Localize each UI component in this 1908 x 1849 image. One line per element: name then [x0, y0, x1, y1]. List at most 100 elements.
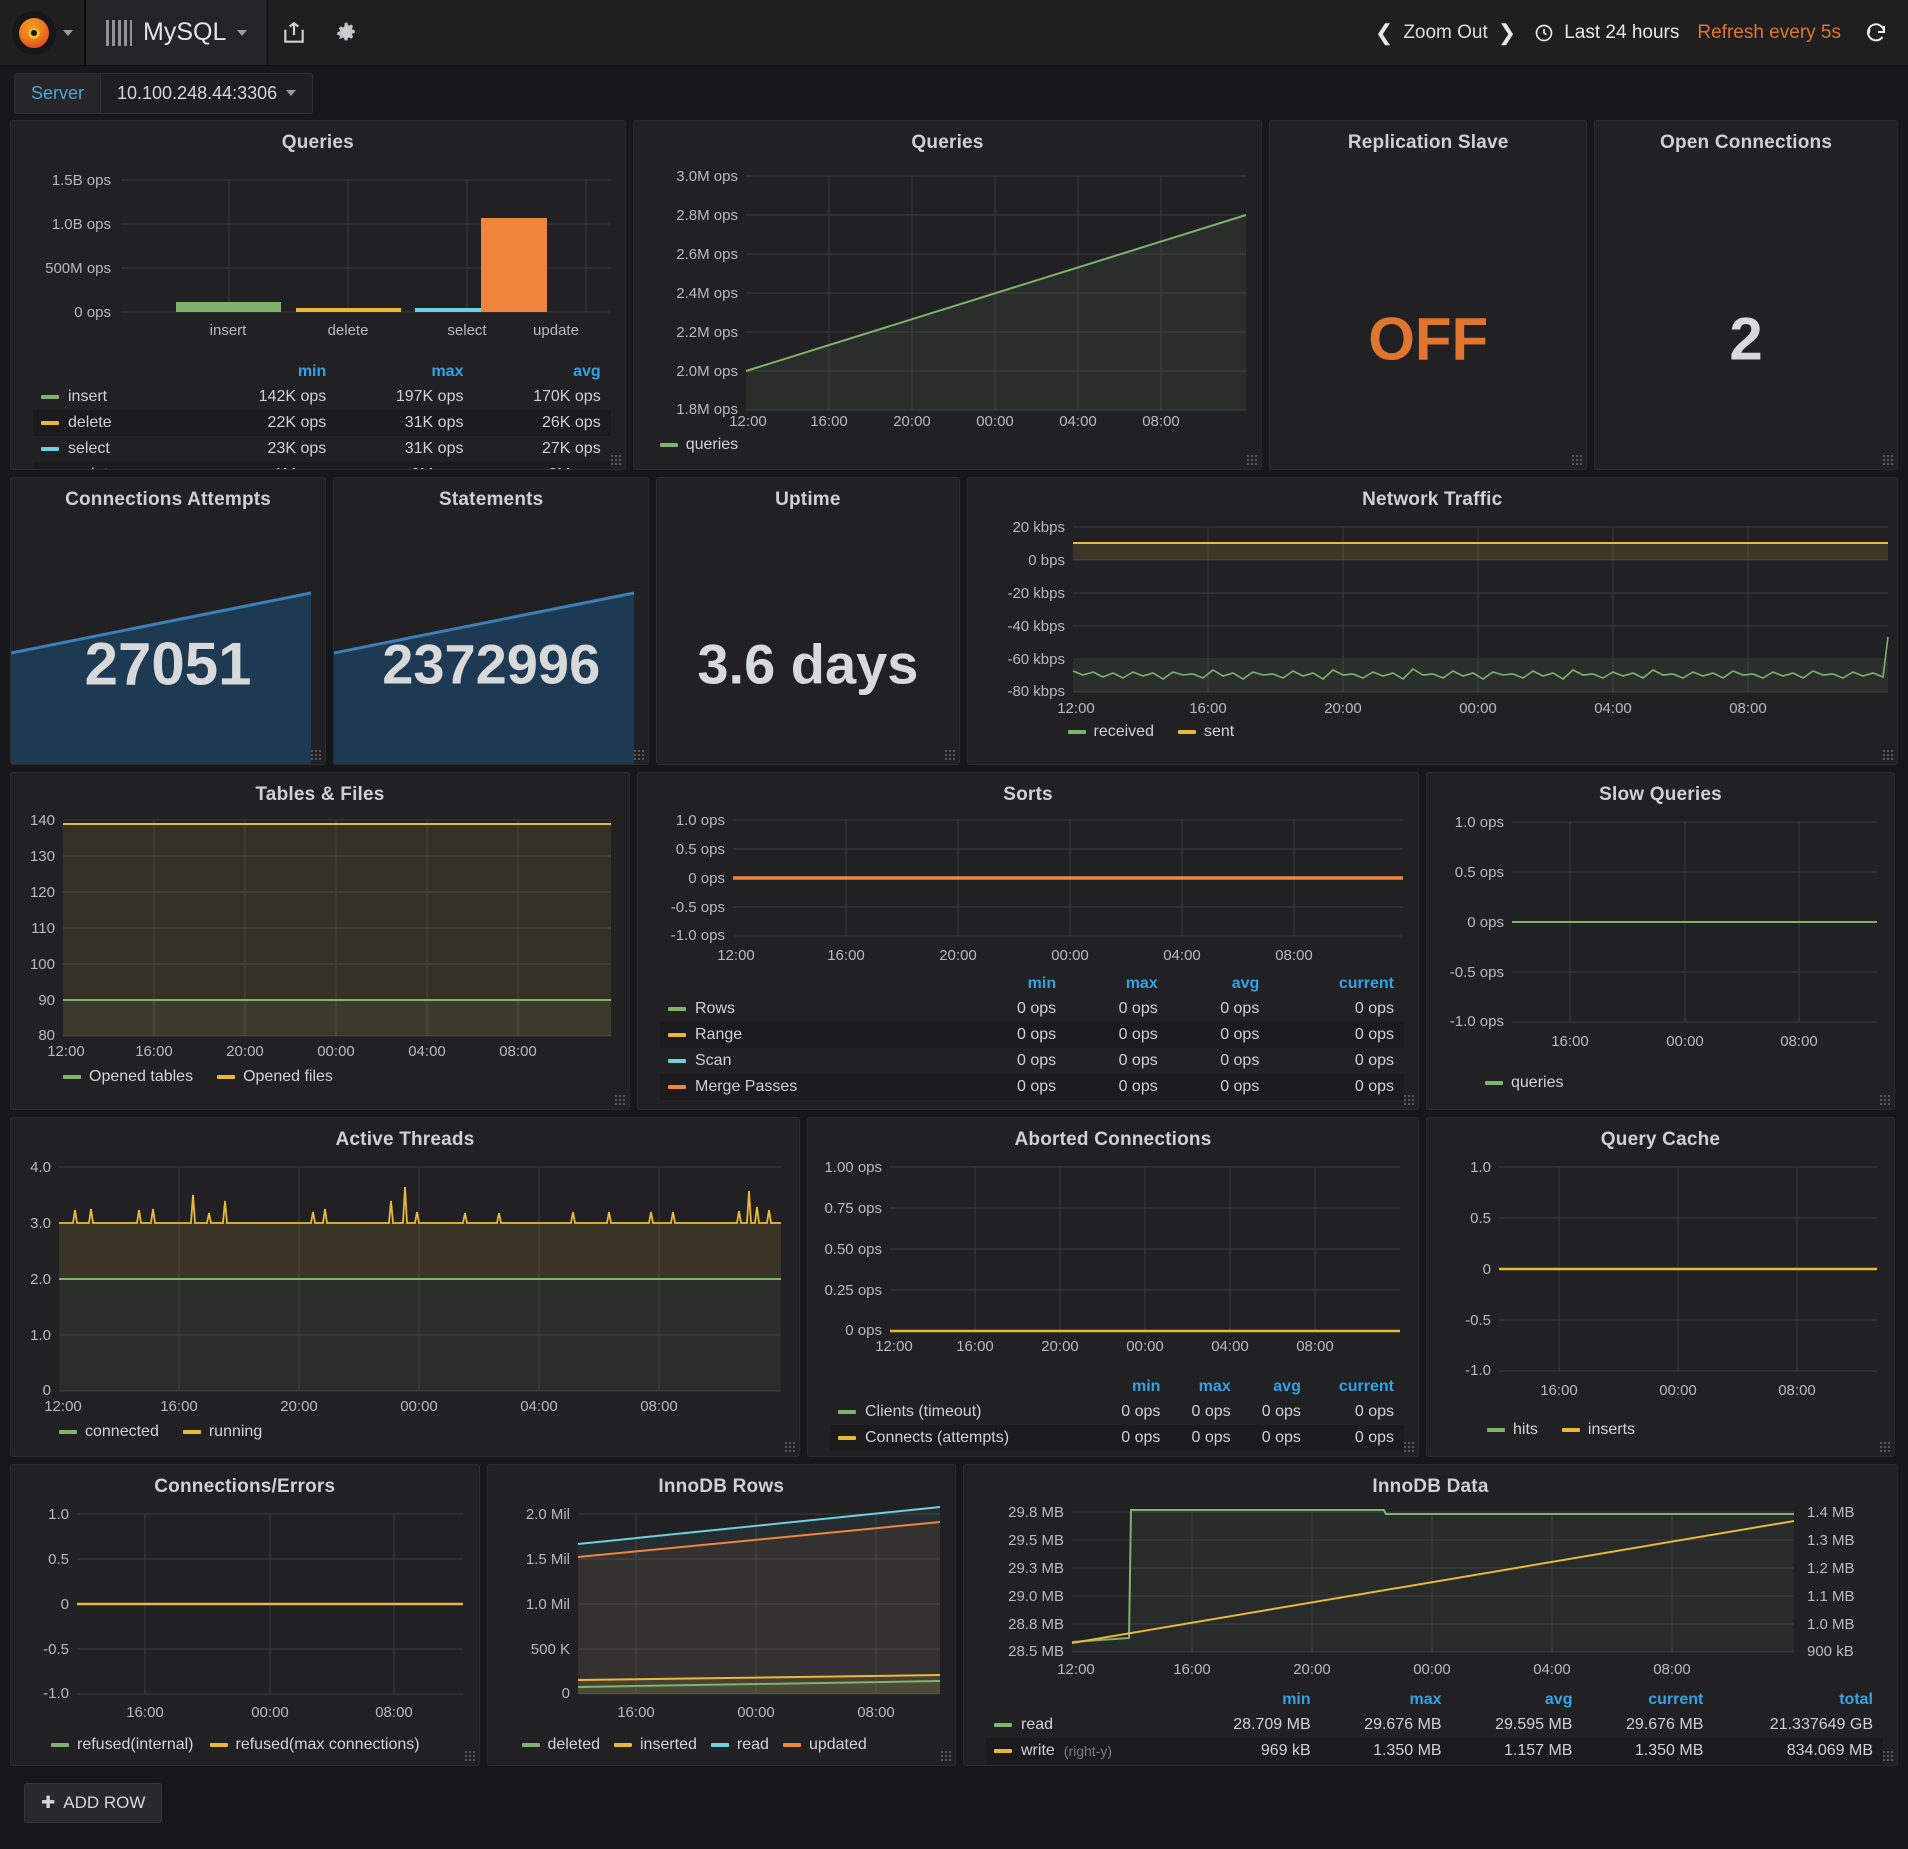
legend-item[interactable]: Opened tables	[63, 1068, 193, 1086]
add-row-button[interactable]: ✚ ADD ROW	[24, 1783, 162, 1823]
panel-resize-handle[interactable]	[1879, 1094, 1891, 1106]
x-tick: select	[447, 322, 487, 339]
panel-resize-handle[interactable]	[944, 749, 956, 761]
legend-item[interactable]: deleted	[522, 1736, 601, 1754]
share-icon[interactable]	[268, 0, 320, 65]
panel-resize-handle[interactable]	[310, 749, 322, 761]
legend-item[interactable]: refused(internal)	[51, 1736, 194, 1754]
gear-icon[interactable]	[320, 0, 372, 65]
legend-item[interactable]: queries	[660, 436, 738, 454]
legend-item[interactable]: queries	[1485, 1074, 1563, 1092]
panel-resize-handle[interactable]	[614, 1094, 626, 1106]
panel-resize-handle[interactable]	[1403, 1441, 1415, 1453]
panel-innodb-rows[interactable]: InnoDB Rows	[487, 1464, 957, 1766]
legend-cell: 27K ops	[473, 436, 610, 462]
variable-select-server[interactable]: 10.100.248.44:3306	[100, 73, 313, 114]
panel-tables-files[interactable]: Tables & Files	[10, 772, 630, 1110]
panel-slow-queries[interactable]: Slow Queries 1.0 ops 0.5 ops 0 ops -0.5 …	[1426, 772, 1895, 1110]
panel-resize-handle[interactable]	[940, 1750, 952, 1762]
y-tick: -80 kbps	[1007, 683, 1065, 700]
panel-replication-slave[interactable]: Replication Slave OFF	[1269, 120, 1587, 470]
panel-resize-handle[interactable]	[633, 749, 645, 761]
panel-active-threads[interactable]: Active Threads 4.0	[10, 1117, 800, 1457]
legend-row[interactable]: Scan 0 ops 0 ops 0 ops 0 ops	[660, 1048, 1404, 1074]
panel-resize-handle[interactable]	[464, 1750, 476, 1762]
legend-col-min[interactable]: min	[1100, 1375, 1170, 1399]
legend-item[interactable]: updated	[783, 1736, 867, 1754]
refresh-icon[interactable]	[1850, 21, 1888, 45]
legend-row[interactable]: Rows 0 ops 0 ops 0 ops 0 ops	[660, 996, 1404, 1022]
legend-item[interactable]: inserted	[614, 1736, 697, 1754]
legend-item[interactable]: connected	[59, 1423, 159, 1441]
legend-item[interactable]: read	[711, 1736, 769, 1754]
legend-col-avg[interactable]: avg	[473, 360, 610, 384]
legend-col-max[interactable]: max	[1321, 1688, 1452, 1712]
legend-col-max[interactable]: max	[336, 360, 473, 384]
legend-col-avg[interactable]: avg	[1452, 1688, 1583, 1712]
legend-col-min[interactable]: min	[199, 360, 336, 384]
y-tick: 29.0 MB	[1008, 1588, 1064, 1605]
legend-col-current[interactable]: current	[1582, 1688, 1713, 1712]
chevron-down-icon[interactable]	[286, 90, 296, 96]
chevron-left-icon[interactable]: ❮	[1375, 20, 1393, 46]
panel-resize-handle[interactable]	[1403, 1094, 1415, 1106]
legend-row[interactable]: delete 22K ops 31K ops 26K ops	[33, 410, 611, 436]
legend-item[interactable]: running	[183, 1423, 262, 1441]
panel-uptime[interactable]: Uptime 3.6 days	[656, 477, 959, 765]
zoom-controls[interactable]: ❮ Zoom Out ❯	[1366, 20, 1525, 46]
panel-resize-handle[interactable]	[784, 1441, 796, 1453]
legend-col-avg[interactable]: avg	[1241, 1375, 1311, 1399]
panel-open-connections[interactable]: Open Connections 2	[1594, 120, 1898, 470]
panel-connections-errors[interactable]: Connections/Errors 1.0 0.5 0 -0.5 -1.0	[10, 1464, 480, 1766]
grafana-home-button[interactable]	[0, 0, 85, 65]
legend-col-total[interactable]: total	[1713, 1688, 1883, 1712]
legend-col-min[interactable]: min	[1190, 1688, 1321, 1712]
chevron-down-icon[interactable]	[63, 30, 73, 36]
panel-queries-bar[interactable]: Queries 1.5B ops 1.0B ops 500M ops 0 ops	[10, 120, 626, 470]
legend-row[interactable]: Clients (timeout) 0 ops 0 ops 0 ops 0 op…	[830, 1399, 1404, 1425]
panel-resize-handle[interactable]	[1879, 1441, 1891, 1453]
panel-connections-attempts[interactable]: Connections Attempts 27051	[10, 477, 326, 765]
zoom-out-label[interactable]: Zoom Out	[1403, 22, 1487, 44]
legend-col-current[interactable]: current	[1269, 972, 1404, 996]
legend-item[interactable]: sent	[1178, 723, 1234, 741]
panel-resize-handle[interactable]	[610, 454, 622, 466]
legend-row[interactable]: Connects (attempts) 0 ops 0 ops 0 ops 0 …	[830, 1425, 1404, 1451]
legend-row[interactable]: read 28.709 MB 29.676 MB 29.595 MB 29.67…	[986, 1712, 1883, 1738]
legend-col-min[interactable]: min	[965, 972, 1067, 996]
legend-item[interactable]: inserts	[1562, 1421, 1635, 1439]
refresh-interval[interactable]: Refresh every 5s	[1688, 22, 1850, 44]
legend-row[interactable]: select 23K ops 31K ops 27K ops	[33, 436, 611, 462]
legend-row[interactable]: write(right-y) 969 kB 1.350 MB 1.157 MB …	[986, 1738, 1883, 1764]
panel-resize-handle[interactable]	[1882, 454, 1894, 466]
panel-network-traffic[interactable]: Network Traffic 20 kbps 0 bps	[967, 477, 1899, 765]
legend-item[interactable]: Opened files	[217, 1068, 333, 1086]
panel-innodb-data[interactable]: InnoDB Data 29.8 MB	[963, 1464, 1898, 1766]
legend-item[interactable]: refused(max connections)	[210, 1736, 420, 1754]
legend-col-current[interactable]: current	[1311, 1375, 1404, 1399]
legend-row[interactable]: update 1M ops 2M ops 2M ops	[33, 462, 611, 470]
panel-resize-handle[interactable]	[1882, 1750, 1894, 1762]
legend-row[interactable]: Merge Passes 0 ops 0 ops 0 ops 0 ops	[660, 1074, 1404, 1100]
legend-cell: 2M ops	[336, 462, 473, 470]
panel-queries-line[interactable]: Queries 3.0M ops 2.8M ops	[633, 120, 1263, 470]
dashboard-picker[interactable]: MySQL	[85, 0, 268, 65]
legend-row[interactable]: Range 0 ops 0 ops 0 ops 0 ops	[660, 1022, 1404, 1048]
panel-sorts[interactable]: Sorts 1.0 ops 0.5 ops 0 ops	[637, 772, 1419, 1110]
time-range-picker[interactable]: Last 24 hours	[1525, 22, 1688, 44]
x-tick: 16:00	[956, 1338, 994, 1355]
legend-col-avg[interactable]: avg	[1168, 972, 1270, 996]
legend-col-max[interactable]: max	[1066, 972, 1168, 996]
panel-aborted-connections[interactable]: Aborted Connections 1.00 ops 0.75 ops	[807, 1117, 1419, 1457]
legend-item[interactable]: received	[1068, 723, 1154, 741]
panel-resize-handle[interactable]	[1571, 454, 1583, 466]
panel-query-cache[interactable]: Query Cache 1.0 0.5 0 -0.5 -1.0	[1426, 1117, 1895, 1457]
legend-item[interactable]: hits	[1487, 1421, 1538, 1439]
panel-resize-handle[interactable]	[1882, 749, 1894, 761]
panel-resize-handle[interactable]	[1246, 454, 1258, 466]
chevron-right-icon[interactable]: ❯	[1498, 20, 1516, 46]
panel-statements[interactable]: Statements 2372996	[333, 477, 649, 765]
chevron-down-icon[interactable]	[237, 30, 247, 36]
legend-col-max[interactable]: max	[1170, 1375, 1240, 1399]
legend-row[interactable]: insert 142K ops 197K ops 170K ops	[33, 384, 611, 410]
